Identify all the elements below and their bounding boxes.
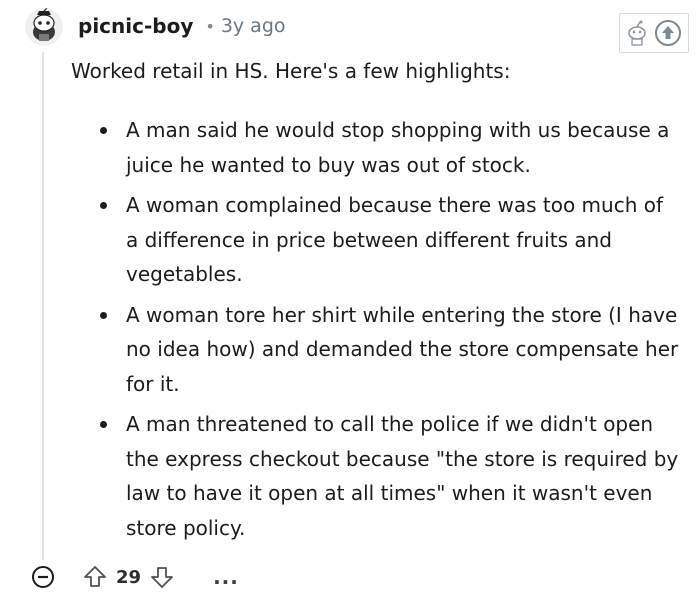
list-item-text: A woman tore her shirt while entering th… (126, 302, 679, 396)
meta-separator: • (205, 16, 215, 36)
list-item-text: A man threatened to call the police if w… (126, 412, 679, 540)
highlights-list: A man said he would stop shopping with u… (100, 113, 680, 551)
collapse-minus-icon (32, 566, 54, 588)
comment-actions: 29 ... (30, 560, 239, 594)
snoo-award-icon (628, 20, 646, 46)
list-item: A man threatened to call the police if w… (100, 407, 680, 545)
timestamp-link[interactable]: 3y ago (221, 15, 286, 37)
vote-controls: 29 (82, 564, 175, 590)
upvote-circle-icon (655, 20, 681, 46)
collapse-button[interactable] (30, 564, 56, 590)
bullet (100, 421, 107, 428)
vote-count: 29 (116, 566, 142, 588)
more-options-button[interactable]: ... (213, 565, 239, 589)
snoo-avatar-icon (25, 8, 63, 46)
comment-header: picnic-boy • 3y ago (78, 11, 286, 41)
comment-intro: Worked retail in HS. Here's a few highli… (71, 59, 511, 83)
award-badge[interactable] (619, 13, 689, 53)
user-avatar[interactable] (25, 8, 63, 46)
bullet (100, 202, 107, 209)
thread-line[interactable] (42, 52, 44, 560)
list-item-text: A woman complained because there was too… (126, 193, 664, 286)
comment-body: Worked retail in HS. Here's a few highli… (71, 54, 681, 88)
upvote-arrow-icon[interactable] (82, 564, 108, 590)
list-item: A woman tore her shirt while entering th… (100, 298, 680, 402)
username-link[interactable]: picnic-boy (78, 14, 193, 38)
list-item: A woman complained because there was too… (100, 188, 680, 292)
list-item: A man said he would stop shopping with u… (100, 113, 680, 182)
bullet (100, 311, 107, 319)
bullet (100, 127, 107, 134)
downvote-arrow-icon[interactable] (149, 564, 175, 590)
list-item-text: A man said he would stop shopping with u… (126, 118, 670, 177)
